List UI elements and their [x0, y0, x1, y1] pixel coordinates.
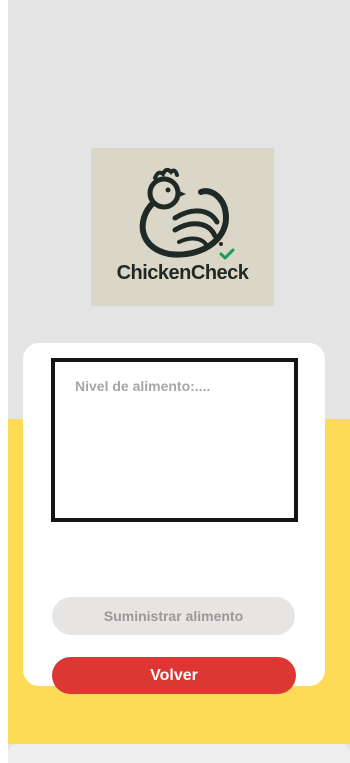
food-level-text: Nivel de alimento:.... — [75, 378, 211, 394]
back-button[interactable]: Volver — [52, 657, 296, 694]
food-level-box: Nivel de alimento:.... — [51, 358, 298, 522]
supply-food-button[interactable]: Suministrar alimento — [52, 597, 295, 635]
logo-wordmark: ChickenCheck — [116, 262, 249, 284]
bottom-strip — [8, 744, 350, 763]
app-logo: ChickenCheck — [91, 148, 274, 306]
feeding-card: Nivel de alimento:.... Suministrar alime… — [23, 343, 325, 686]
